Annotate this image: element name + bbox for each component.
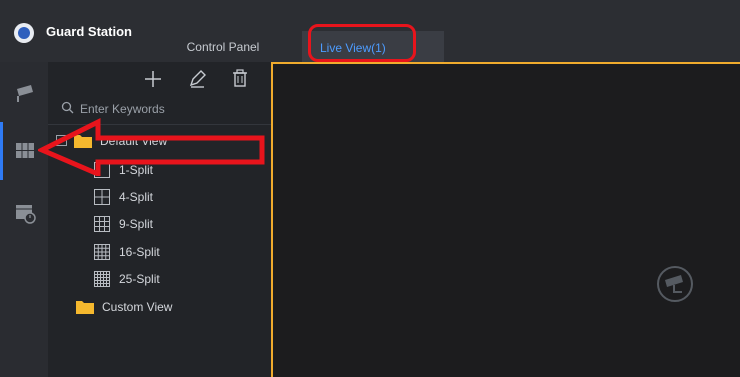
tree-node-4-split[interactable]: 4-Split <box>94 187 244 207</box>
tree-node-label: 25-Split <box>119 272 160 286</box>
tree-node-25-split[interactable]: 25-Split <box>94 269 244 289</box>
playback-icon[interactable] <box>14 202 36 224</box>
annotation-highlight-box <box>308 24 416 62</box>
app-logo-icon <box>14 23 34 43</box>
annotation-arrow <box>38 117 265 176</box>
tree-node-label: 4-Split <box>119 190 154 204</box>
tree-node-label: Custom View <box>102 300 173 314</box>
view-grid-icon[interactable] <box>14 140 36 162</box>
no-video-camera-icon <box>657 266 693 302</box>
tab-control-panel[interactable]: Control Panel <box>173 36 273 62</box>
split-9-icon <box>94 216 110 232</box>
trash-icon[interactable] <box>227 66 253 92</box>
title-bar: Guard Station Control Panel Live View(1) <box>0 0 740 62</box>
split-16-icon <box>94 244 110 260</box>
tree-node-custom-view[interactable]: Custom View <box>76 297 256 317</box>
plus-icon[interactable] <box>140 66 166 92</box>
camera-icon[interactable] <box>14 82 36 104</box>
view-tree-panel: Default View 1-Split 4-Split 9-Split <box>48 62 272 377</box>
tree-node-label: 16-Split <box>119 245 160 259</box>
split-25-icon <box>94 271 110 287</box>
tree-node-9-split[interactable]: 9-Split <box>94 214 244 234</box>
tree-node-16-split[interactable]: 16-Split <box>94 242 244 262</box>
module-icon-bar <box>0 62 48 377</box>
app-title: Guard Station <box>46 24 132 39</box>
pencil-icon[interactable] <box>184 66 210 92</box>
folder-icon <box>76 301 94 314</box>
tree-node-label: 9-Split <box>119 217 154 231</box>
active-indicator <box>0 122 3 180</box>
split-4-icon <box>94 189 110 205</box>
live-view-area[interactable] <box>271 62 740 377</box>
